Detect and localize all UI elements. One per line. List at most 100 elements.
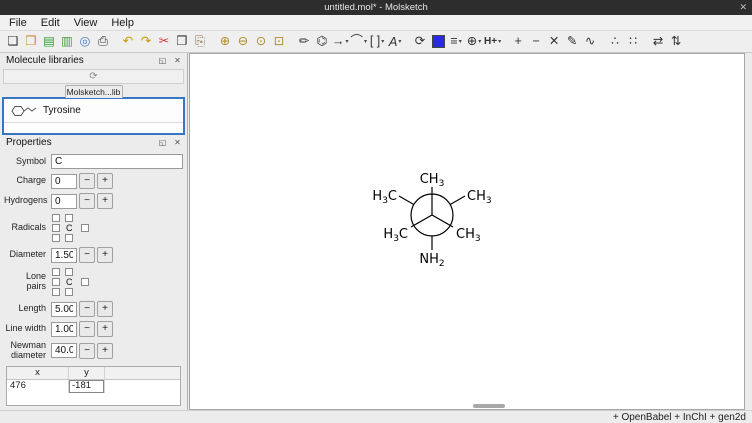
hydrogens-increase-button[interactable]: +	[97, 193, 113, 209]
electron-pair-icon: ∷	[629, 35, 637, 48]
charge-tool-button[interactable]: ⊕▾	[465, 32, 483, 51]
coord-cell-x[interactable]: 476	[7, 380, 69, 393]
lone-pair-checkbox-top-left[interactable]	[52, 268, 60, 276]
lone-pair-checkbox-bottom-left[interactable]	[52, 288, 60, 296]
diameter-input[interactable]	[51, 248, 77, 263]
flip-vertical-button[interactable]: ⇅	[667, 32, 685, 51]
radical-checkbox-bottom-right[interactable]	[65, 234, 73, 242]
lone-pair-checkbox-top-right[interactable]	[65, 268, 73, 276]
lone-pairs-row: Lone pairs C	[4, 267, 183, 297]
zoom-out-button[interactable]: ⊖	[234, 32, 252, 51]
menu-file[interactable]: File	[2, 17, 34, 29]
ring-tool-button[interactable]: ⌬	[313, 32, 331, 51]
properties-close-button[interactable]: ✕	[171, 137, 184, 149]
toolbar-separator	[209, 32, 216, 51]
length-input[interactable]	[51, 302, 77, 317]
length-increase-button[interactable]: +	[97, 301, 113, 317]
paste-button[interactable]: ⎘	[191, 32, 209, 51]
bond-back-upper-left	[399, 196, 414, 205]
edit-button[interactable]: ✎	[563, 32, 581, 51]
print-preview-button[interactable]: ◎	[76, 32, 94, 51]
increment-button[interactable]: +	[509, 32, 527, 51]
zoom-in-button[interactable]: ⊕	[216, 32, 234, 51]
line-width-increase-button[interactable]: +	[97, 321, 113, 337]
library-float-button[interactable]: ◱	[156, 55, 169, 67]
coord-header-y[interactable]: y	[69, 367, 105, 379]
diameter-decrease-button[interactable]: −	[79, 247, 95, 263]
reaction-arrow-button[interactable]: →▾	[331, 32, 350, 51]
symbol-input[interactable]	[51, 154, 183, 169]
radical-checkbox-bottom-left[interactable]	[52, 234, 60, 242]
drawing-canvas[interactable]: CH3 H3C CH3 H3C CH3 NH2	[189, 53, 745, 410]
lasso-button[interactable]: ∿	[581, 32, 599, 51]
radical-checkbox-left[interactable]	[52, 224, 60, 232]
coord-cell-y[interactable]: -181	[69, 380, 105, 393]
lone-pair-checkbox-left[interactable]	[52, 278, 60, 286]
zoom-fit-button[interactable]: ⊡	[270, 32, 288, 51]
open-file-button[interactable]: ❒	[22, 32, 40, 51]
coord-header-x[interactable]: x	[7, 367, 69, 379]
charge-increase-button[interactable]: +	[97, 173, 113, 189]
draw-tool-button[interactable]: ✏	[295, 32, 313, 51]
library-item-tyrosine[interactable]: Tyrosine	[4, 99, 183, 123]
save-as-button[interactable]: ▥	[58, 32, 76, 51]
cut-button[interactable]: ✂	[155, 32, 173, 51]
delete-icon: ✕	[549, 35, 559, 48]
zoom-reset-button[interactable]: ⊙	[252, 32, 270, 51]
properties-float-button[interactable]: ◱	[156, 137, 169, 149]
zoom-fit-icon: ⊡	[274, 35, 284, 48]
hydrogen-tool-button[interactable]: H+▾	[483, 32, 502, 51]
newman-diameter-input[interactable]	[51, 343, 77, 358]
float-icon: ◱	[159, 138, 167, 147]
hydrogens-input[interactable]	[51, 194, 77, 209]
length-label: Length	[4, 304, 46, 314]
decrement-button[interactable]: −	[527, 32, 545, 51]
charge-decrease-button[interactable]: −	[79, 173, 95, 189]
print-button[interactable]: ⎙	[94, 32, 112, 51]
radical-checkbox-right[interactable]	[81, 224, 89, 232]
line-width-decrease-button[interactable]: −	[79, 321, 95, 337]
lone-pair-checkbox-right[interactable]	[81, 278, 89, 286]
window-close-button[interactable]: ✕	[739, 0, 747, 15]
flip-horizontal-button[interactable]: ⇄	[649, 32, 667, 51]
electron-pair-button[interactable]: ∷	[624, 32, 642, 51]
rotate-tool-button[interactable]: ⟳	[411, 32, 429, 51]
newman-projection-molecule[interactable]: CH3 H3C CH3 H3C CH3 NH2	[332, 137, 532, 282]
line-width-row: Line width − +	[4, 321, 183, 337]
lone-pair-checkbox-bottom-right[interactable]	[65, 288, 73, 296]
text-tool-button[interactable]: A▾	[386, 32, 404, 51]
undo-button[interactable]: ↶	[119, 32, 137, 51]
diameter-increase-button[interactable]: +	[97, 247, 113, 263]
menu-view[interactable]: View	[67, 17, 105, 29]
mechanism-arrow-button[interactable]: ⌒▾	[350, 32, 369, 51]
radical-checkbox-top-left[interactable]	[52, 214, 60, 222]
bracket-tool-button[interactable]: [ ]▾	[368, 32, 386, 51]
newman-diameter-increase-button[interactable]: +	[97, 343, 113, 359]
bond-type-button[interactable]: ≡▾	[447, 32, 465, 51]
library-list[interactable]: Tyrosine	[2, 97, 185, 135]
close-icon: ✕	[174, 56, 181, 65]
title-bar: untitled.mol* - Molsketch ✕	[0, 0, 752, 15]
radical-checkbox-top-right[interactable]	[65, 214, 73, 222]
radical-tool-button[interactable]: ∴	[606, 32, 624, 51]
save-button[interactable]: ▤	[40, 32, 58, 51]
charge-input[interactable]	[51, 174, 77, 189]
hydrogens-decrease-button[interactable]: −	[79, 193, 95, 209]
menu-help[interactable]: Help	[104, 17, 141, 29]
newman-diameter-decrease-button[interactable]: −	[79, 343, 95, 359]
close-icon: ✕	[174, 138, 181, 147]
refresh-libraries-button[interactable]: ⟳	[3, 69, 184, 84]
color-picker-button[interactable]	[429, 32, 447, 51]
length-decrease-button[interactable]: −	[79, 301, 95, 317]
menu-edit[interactable]: Edit	[34, 17, 67, 29]
line-width-input[interactable]	[51, 322, 77, 337]
library-close-button[interactable]: ✕	[171, 55, 184, 67]
library-tab[interactable]: Molsketch...lib	[65, 85, 123, 98]
horizontal-scrollbar-thumb[interactable]	[473, 404, 505, 408]
tyrosine-thumbnail-icon	[8, 103, 38, 119]
redo-button[interactable]: ↷	[137, 32, 155, 51]
copy-button[interactable]: ❐	[173, 32, 191, 51]
delete-button[interactable]: ✕	[545, 32, 563, 51]
library-panel-title: Molecule libraries	[6, 55, 84, 66]
new-file-button[interactable]: ❏	[4, 32, 22, 51]
